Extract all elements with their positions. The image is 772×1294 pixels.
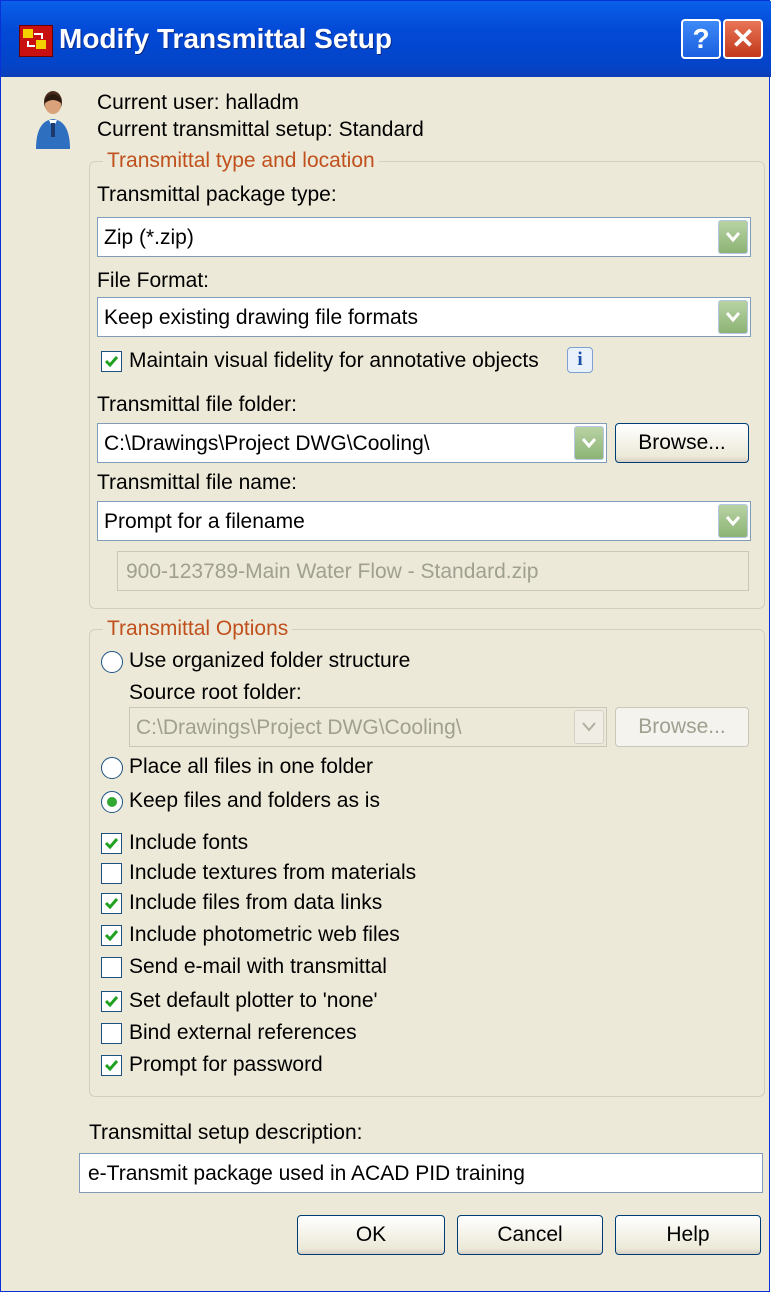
folder-value: C:\Drawings\Project DWG\Cooling\	[104, 432, 430, 455]
prompt-password-label[interactable]: Prompt for password	[129, 1053, 323, 1077]
organized-label[interactable]: Use organized folder structure	[129, 649, 410, 673]
package-type-value: Zip (*.zip)	[104, 226, 194, 249]
description-value: e-Transmit package used in ACAD PID trai…	[88, 1162, 525, 1185]
organized-radio[interactable]	[101, 651, 123, 673]
description-label: Transmittal setup description:	[89, 1121, 363, 1144]
chevron-down-icon[interactable]	[718, 300, 748, 334]
send-email-checkbox[interactable]	[101, 957, 122, 978]
default-plotter-checkbox[interactable]	[101, 991, 122, 1012]
chevron-down-icon[interactable]	[574, 710, 604, 744]
include-fonts-checkbox[interactable]	[101, 833, 122, 854]
title-bar[interactable]: Modify Transmittal Setup ? ✕	[1, 1, 771, 77]
package-type-dropdown[interactable]: Zip (*.zip)	[97, 217, 751, 257]
fidelity-checkbox[interactable]	[101, 351, 122, 372]
package-type-label: Transmittal package type:	[97, 183, 337, 206]
cancel-button[interactable]: Cancel	[457, 1215, 603, 1255]
source-browse-button[interactable]: Browse...	[615, 707, 749, 747]
options-group-title: Transmittal Options	[103, 617, 293, 641]
autocad-app-icon	[19, 25, 53, 57]
file-format-dropdown[interactable]: Keep existing drawing file formats	[97, 297, 751, 337]
chevron-down-icon[interactable]	[718, 504, 748, 538]
bind-xrefs-label[interactable]: Bind external references	[129, 1021, 357, 1045]
filename-value: Prompt for a filename	[104, 510, 305, 533]
filename-preview-field: 900-123789-Main Water Flow - Standard.zi…	[117, 551, 749, 591]
help-button[interactable]: Help	[615, 1215, 761, 1255]
prompt-password-checkbox[interactable]	[101, 1055, 122, 1076]
current-user-text: Current user: halladm	[97, 91, 299, 114]
window-title: Modify Transmittal Setup	[59, 23, 392, 54]
chevron-down-icon[interactable]	[718, 220, 748, 254]
filename-label: Transmittal file name:	[97, 471, 297, 494]
one-folder-label[interactable]: Place all files in one folder	[129, 755, 373, 779]
folder-label: Transmittal file folder:	[97, 393, 297, 416]
file-format-value: Keep existing drawing file formats	[104, 306, 418, 329]
source-root-dropdown[interactable]: C:\Drawings\Project DWG\Cooling\	[129, 707, 607, 747]
include-textures-label[interactable]: Include textures from materials	[129, 861, 416, 885]
info-icon[interactable]: i	[567, 347, 593, 373]
keep-as-is-label[interactable]: Keep files and folders as is	[129, 789, 380, 813]
description-input[interactable]: e-Transmit package used in ACAD PID trai…	[79, 1153, 763, 1193]
default-plotter-label[interactable]: Set default plotter to 'none'	[129, 989, 378, 1013]
ok-button[interactable]: OK	[297, 1215, 445, 1255]
type-location-group-title: Transmittal type and location	[103, 149, 379, 173]
source-root-value: C:\Drawings\Project DWG\Cooling\	[136, 716, 462, 739]
include-photometric-label[interactable]: Include photometric web files	[129, 923, 400, 947]
file-format-label: File Format:	[97, 269, 210, 292]
include-photometric-checkbox[interactable]	[101, 925, 122, 946]
modify-transmittal-setup-dialog: Modify Transmittal Setup ? ✕ Current use…	[0, 0, 771, 1292]
current-setup-text: Current transmittal setup: Standard	[97, 118, 424, 141]
filename-preview: 900-123789-Main Water Flow - Standard.zi…	[126, 560, 539, 583]
one-folder-radio[interactable]	[101, 757, 123, 779]
source-root-label: Source root folder:	[129, 681, 302, 704]
send-email-label[interactable]: Send e-mail with transmittal	[129, 955, 387, 979]
filename-dropdown[interactable]: Prompt for a filename	[97, 501, 751, 541]
fidelity-label[interactable]: Maintain visual fidelity for annotative …	[129, 349, 539, 373]
include-fonts-label[interactable]: Include fonts	[129, 831, 248, 855]
user-avatar-icon	[33, 89, 73, 153]
radio-selected-dot	[107, 797, 117, 807]
chevron-down-icon[interactable]	[574, 426, 604, 460]
bind-xrefs-checkbox[interactable]	[101, 1023, 122, 1044]
include-data-links-label[interactable]: Include files from data links	[129, 891, 382, 915]
include-data-links-checkbox[interactable]	[101, 893, 122, 914]
include-textures-checkbox[interactable]	[101, 863, 122, 884]
browse-button[interactable]: Browse...	[615, 423, 749, 463]
help-title-button[interactable]: ?	[681, 19, 721, 59]
close-button[interactable]: ✕	[723, 19, 763, 59]
keep-as-is-radio[interactable]	[101, 791, 123, 813]
folder-dropdown[interactable]: C:\Drawings\Project DWG\Cooling\	[97, 423, 607, 463]
